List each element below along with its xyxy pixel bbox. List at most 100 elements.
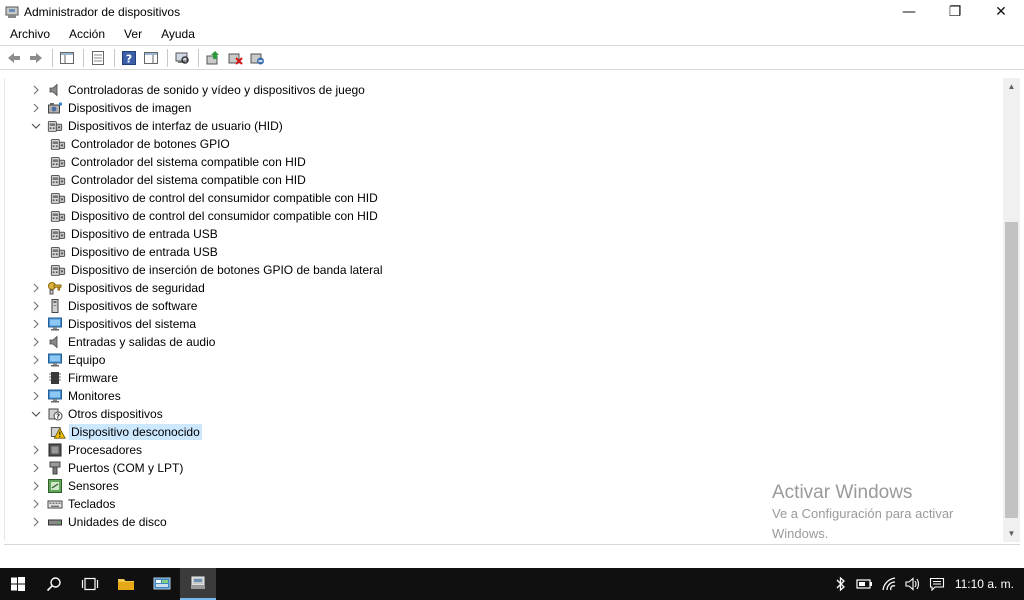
start-icon[interactable] bbox=[0, 568, 36, 600]
search-icon[interactable] bbox=[36, 568, 72, 600]
vertical-scrollbar[interactable]: ▲ ▼ bbox=[1003, 78, 1020, 542]
tree-category[interactable]: Dispositivos de imagen bbox=[29, 99, 193, 117]
tree-category[interactable]: Puertos (COM y LPT) bbox=[29, 459, 185, 477]
tree-category[interactable]: Monitores bbox=[29, 387, 123, 405]
tree-device[interactable]: Dispositivo de control del consumidor co… bbox=[50, 207, 380, 225]
tree-category[interactable]: Dispositivos de interfaz de usuario (HID… bbox=[29, 117, 285, 135]
device-manager-app-icon bbox=[4, 4, 20, 20]
tree-device[interactable]: Dispositivo desconocido bbox=[50, 423, 202, 441]
tree-item-label: Dispositivos de seguridad bbox=[68, 281, 205, 295]
update-driver-icon[interactable] bbox=[203, 48, 223, 68]
tree-device[interactable]: Dispositivo de entrada USB bbox=[50, 225, 220, 243]
expand-chevron-icon[interactable] bbox=[29, 297, 43, 315]
tree-category[interactable]: Dispositivos de seguridad bbox=[29, 279, 207, 297]
sensor-icon bbox=[47, 478, 63, 494]
notifications-icon[interactable] bbox=[925, 568, 949, 600]
camera-icon bbox=[47, 100, 63, 116]
scroll-up-icon[interactable]: ▲ bbox=[1003, 78, 1020, 95]
file-explorer-icon[interactable] bbox=[108, 568, 144, 600]
volume-icon[interactable] bbox=[901, 568, 925, 600]
taskbar-clock[interactable]: 11:10 a. m. bbox=[949, 577, 1024, 591]
collapse-chevron-icon[interactable] bbox=[29, 405, 43, 423]
expand-chevron-icon[interactable] bbox=[29, 369, 43, 387]
monitor-icon bbox=[47, 352, 63, 368]
tree-item-label: Dispositivo de control del consumidor co… bbox=[71, 209, 378, 223]
expand-chevron-icon[interactable] bbox=[29, 495, 43, 513]
tree-category[interactable]: Entradas y salidas de audio bbox=[29, 333, 217, 351]
tree-category[interactable]: Procesadores bbox=[29, 441, 144, 459]
tree-category[interactable]: Firmware bbox=[29, 369, 120, 387]
tree-category[interactable]: Dispositivos del sistema bbox=[29, 315, 198, 333]
tree-device[interactable]: Dispositivo de control del consumidor co… bbox=[50, 189, 380, 207]
disable-device-icon[interactable] bbox=[247, 48, 267, 68]
expand-chevron-icon[interactable] bbox=[29, 315, 43, 333]
tree-category[interactable]: Controladoras de sonido y vídeo y dispos… bbox=[29, 81, 367, 99]
back-icon[interactable] bbox=[4, 48, 24, 68]
expand-chevron-icon[interactable] bbox=[29, 351, 43, 369]
expand-chevron-icon[interactable] bbox=[29, 459, 43, 477]
task-view-icon[interactable] bbox=[72, 568, 108, 600]
toolbar-separator bbox=[83, 48, 84, 67]
expand-chevron-icon[interactable] bbox=[29, 99, 43, 117]
tree-item-label: Equipo bbox=[68, 353, 106, 367]
tree-category[interactable]: Unidades de disco bbox=[29, 513, 169, 531]
show-hide-console-tree-icon[interactable] bbox=[57, 48, 77, 68]
tree-category[interactable]: Teclados bbox=[29, 495, 117, 513]
status-bar bbox=[4, 544, 1020, 566]
menu-accion[interactable]: Acción bbox=[59, 24, 114, 44]
expand-chevron-icon[interactable] bbox=[29, 477, 43, 495]
tree-item-label: Dispositivos del sistema bbox=[68, 317, 197, 331]
tree-item-label: Dispositivo de entrada USB bbox=[71, 227, 218, 241]
maximize-button[interactable]: ❐ bbox=[932, 0, 978, 24]
show-action-pane-icon[interactable] bbox=[141, 48, 161, 68]
tree-device[interactable]: Dispositivo de entrada USB bbox=[50, 243, 220, 261]
device-tree[interactable]: Controladoras de sonido y vídeo y dispos… bbox=[4, 78, 1002, 540]
tree-category[interactable]: Dispositivos de software bbox=[29, 297, 199, 315]
menu-archivo[interactable]: Archivo bbox=[0, 24, 59, 44]
hid-icon bbox=[50, 154, 66, 170]
uninstall-device-icon[interactable] bbox=[225, 48, 245, 68]
speaker-icon bbox=[47, 334, 63, 350]
expand-chevron-icon[interactable] bbox=[29, 333, 43, 351]
tree-device[interactable]: Controlador del sistema compatible con H… bbox=[50, 171, 308, 189]
close-button[interactable]: ✕ bbox=[978, 0, 1024, 24]
chip-icon bbox=[47, 370, 63, 386]
tree-device[interactable]: Dispositivo de inserción de botones GPIO… bbox=[50, 261, 385, 279]
expand-chevron-icon[interactable] bbox=[29, 441, 43, 459]
expand-chevron-icon[interactable] bbox=[29, 279, 43, 297]
collapse-chevron-icon[interactable] bbox=[29, 117, 43, 135]
menu-ver[interactable]: Ver bbox=[114, 24, 151, 44]
minimize-button[interactable]: — bbox=[886, 0, 932, 24]
expand-chevron-icon[interactable] bbox=[29, 513, 43, 531]
window-title: Administrador de dispositivos bbox=[24, 5, 181, 19]
expand-chevron-icon[interactable] bbox=[29, 81, 43, 99]
forward-icon[interactable] bbox=[26, 48, 46, 68]
properties-icon[interactable] bbox=[88, 48, 108, 68]
tree-category[interactable]: Sensores bbox=[29, 477, 121, 495]
tree-item-label: Monitores bbox=[68, 389, 121, 403]
tree-item-label: Controlador del sistema compatible con H… bbox=[71, 155, 306, 169]
battery-icon[interactable] bbox=[853, 568, 877, 600]
expand-chevron-icon[interactable] bbox=[29, 387, 43, 405]
toolbar: ? bbox=[0, 45, 1024, 70]
control-panel-icon[interactable] bbox=[144, 568, 180, 600]
hid-icon bbox=[50, 136, 66, 152]
device-manager-taskbar-icon[interactable] bbox=[180, 568, 216, 600]
tree-device[interactable]: Controlador del sistema compatible con H… bbox=[50, 153, 308, 171]
bluetooth-icon[interactable] bbox=[829, 568, 853, 600]
tree-item-label: Controlador del sistema compatible con H… bbox=[71, 173, 306, 187]
menu-bar: Archivo Acción Ver Ayuda bbox=[0, 24, 1024, 44]
taskbar: 11:10 a. m. bbox=[0, 568, 1024, 600]
tree-category[interactable]: Equipo bbox=[29, 351, 107, 369]
hid-icon bbox=[50, 244, 66, 260]
menu-ayuda[interactable]: Ayuda bbox=[151, 24, 204, 44]
scan-hardware-icon[interactable] bbox=[172, 48, 192, 68]
help-icon[interactable]: ? bbox=[119, 48, 139, 68]
tree-category[interactable]: ? Otros dispositivos bbox=[29, 405, 165, 423]
tree-item-label: Controlador de botones GPIO bbox=[71, 137, 230, 151]
wifi-icon[interactable] bbox=[877, 568, 901, 600]
tree-device[interactable]: Controlador de botones GPIO bbox=[50, 135, 232, 153]
scroll-down-icon[interactable]: ▼ bbox=[1003, 525, 1020, 542]
scrollbar-thumb[interactable] bbox=[1005, 222, 1018, 518]
tree-item-label: Firmware bbox=[68, 371, 118, 385]
